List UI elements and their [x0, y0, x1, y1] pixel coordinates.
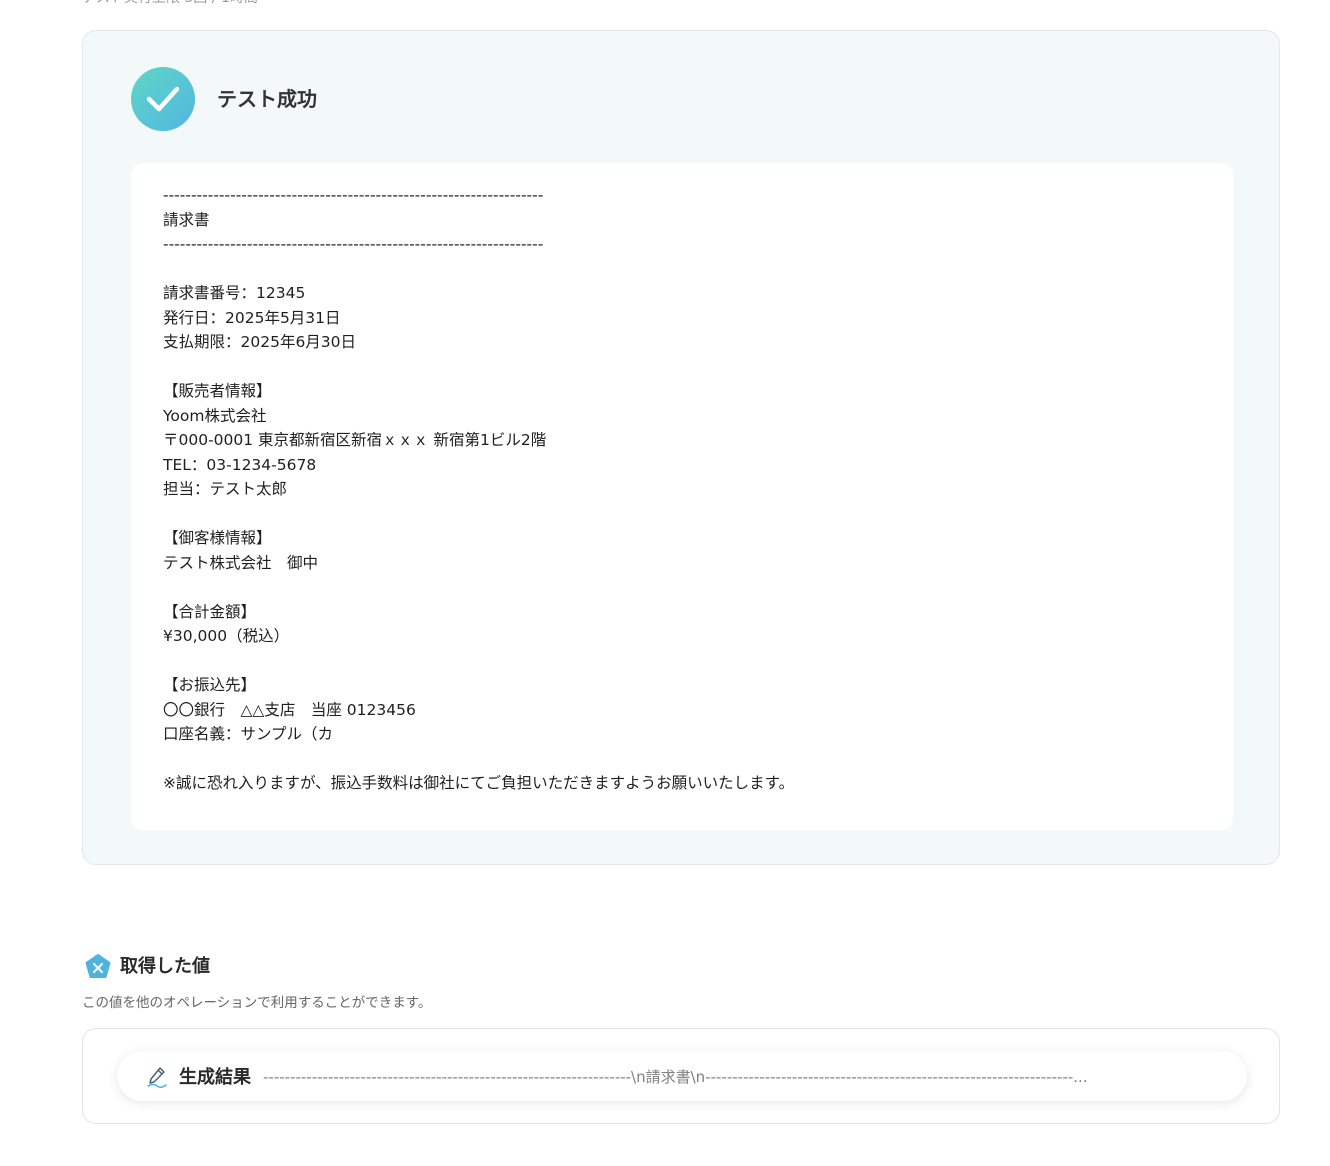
value-chip-generation-result[interactable]: 生成結果 -----------------------------------… — [117, 1051, 1247, 1101]
rate-limit-note: テスト実行上限 5回 / 1時間 — [82, 0, 258, 8]
obtained-values-description: この値を他のオペレーションで利用することができます。 — [82, 995, 432, 1011]
obtained-values-card: 生成結果 -----------------------------------… — [82, 1028, 1280, 1124]
variable-badge-icon — [84, 953, 112, 981]
check-icon — [131, 67, 195, 131]
value-chip-preview: ----------------------------------------… — [263, 1067, 1088, 1086]
generated-output-box: ----------------------------------------… — [131, 163, 1233, 830]
generated-invoice-text: ----------------------------------------… — [163, 186, 795, 792]
value-chip-label: 生成結果 — [179, 1067, 251, 1088]
test-result-card: テスト成功 ----------------------------------… — [82, 30, 1280, 865]
pencil-sparkle-icon — [145, 1064, 169, 1089]
test-status-title: テスト成功 — [217, 87, 317, 111]
obtained-values-header: 取得した値 — [84, 952, 210, 982]
obtained-values-title: 取得した値 — [120, 956, 210, 977]
